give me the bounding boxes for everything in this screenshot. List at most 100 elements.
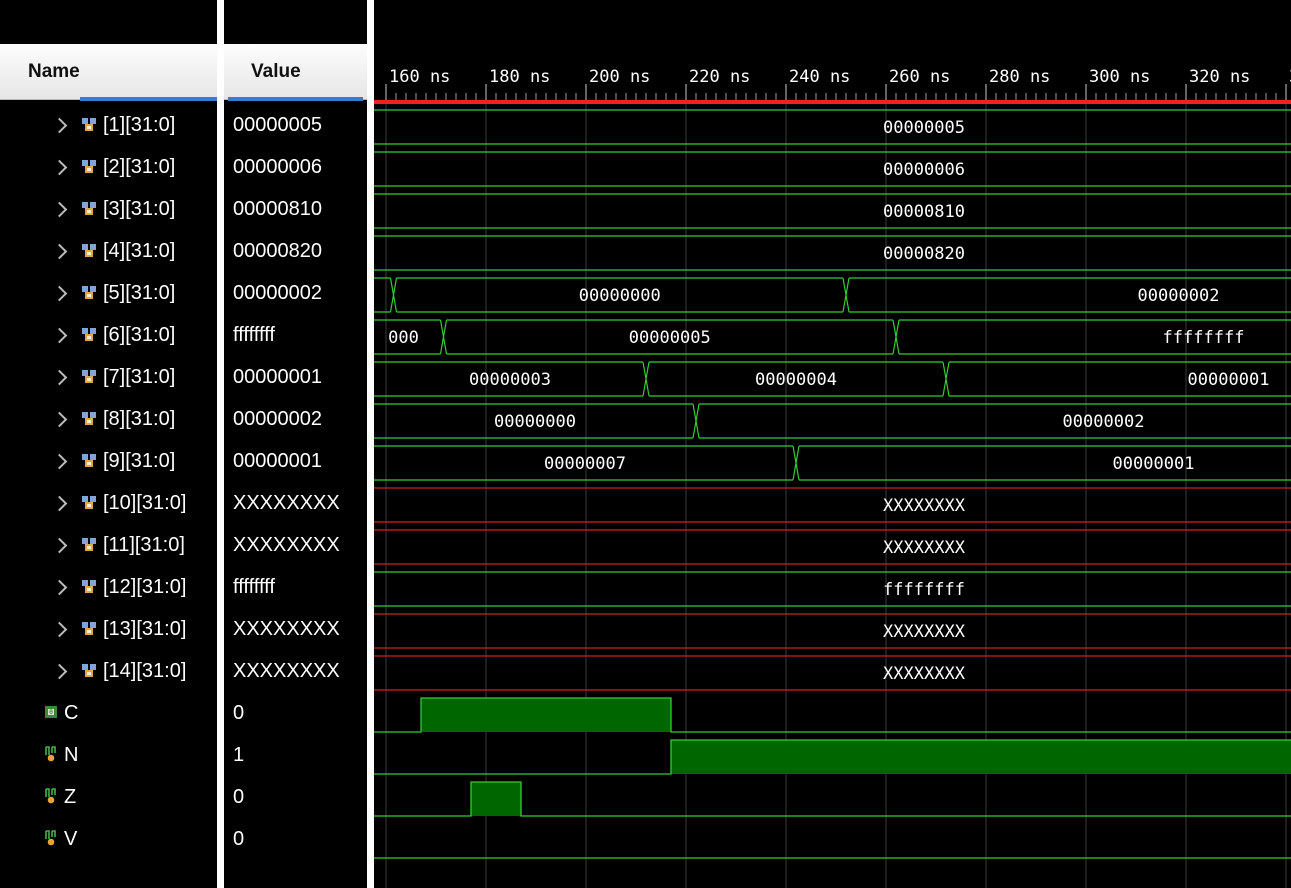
value-row-5-31-0[interactable]: 00000002 — [224, 272, 367, 314]
bus-value-label: 00000007 — [544, 454, 626, 474]
signal-value: 00000002 — [233, 408, 322, 430]
bit-high-fill — [671, 740, 1291, 774]
signal-row-10-31-0[interactable]: [10][31:0] — [0, 482, 217, 524]
bus-signal-icon — [82, 160, 96, 173]
expand-chevron-icon[interactable] — [51, 201, 68, 218]
bus-signal-icon — [82, 328, 96, 341]
timeline-tick-label: 300 ns — [1089, 67, 1150, 87]
timeline-tick-label: 280 ns — [989, 67, 1050, 87]
bus-signal-icon — [82, 244, 96, 257]
signal-row-v[interactable]: V — [0, 818, 217, 860]
expand-chevron-icon[interactable] — [51, 579, 68, 596]
value-row-1-31-0[interactable]: 00000005 — [224, 104, 367, 146]
bus-value-label: ffffffff — [883, 580, 965, 600]
name-column: Name [1][31:0] [2][31:0] [3][31:0] [4][3… — [0, 0, 217, 888]
bus-value-label: 00000820 — [883, 244, 965, 264]
expand-chevron-icon[interactable] — [51, 495, 68, 512]
expand-chevron-icon[interactable] — [51, 663, 68, 680]
signal-value: 00000810 — [233, 198, 322, 220]
bus-value-label: 00000006 — [883, 160, 965, 180]
signal-name: [4][31:0] — [103, 240, 176, 262]
value-row-13-31-0[interactable]: XXXXXXXX — [224, 608, 367, 650]
value-row-4-31-0[interactable]: 00000820 — [224, 230, 367, 272]
bus-signal-icon — [82, 664, 96, 677]
bus-value-label: 00000002 — [1138, 286, 1220, 306]
value-row-11-31-0[interactable]: XXXXXXXX — [224, 524, 367, 566]
waveform-area[interactable]: 160 ns 180 ns 200 ns 220 ns 240 ns 260 ns 280 … — [374, 0, 1291, 888]
bit-high-fill — [421, 698, 671, 732]
bus-value-label: 00000004 — [755, 370, 837, 390]
value-column-header[interactable]: Value — [224, 44, 367, 100]
signal-row-5-31-0[interactable]: [5][31:0] — [0, 272, 217, 314]
bus-value-label: 00000002 — [1063, 412, 1145, 432]
expand-chevron-icon[interactable] — [51, 621, 68, 638]
signal-value: 1 — [233, 744, 245, 766]
signal-row-4-31-0[interactable]: [4][31:0] — [0, 230, 217, 272]
name-header-underline — [80, 97, 217, 101]
value-row-v[interactable]: 0 — [224, 818, 367, 860]
signal-row-1-31-0[interactable]: [1][31:0] — [0, 104, 217, 146]
expand-chevron-icon[interactable] — [51, 243, 68, 260]
value-row-7-31-0[interactable]: 00000001 — [224, 356, 367, 398]
signal-value: 00000001 — [233, 450, 322, 472]
signal-row-13-31-0[interactable]: [13][31:0] — [0, 608, 217, 650]
signal-row-n[interactable]: N — [0, 734, 217, 776]
bus-value-label: XXXXXXXX — [883, 664, 966, 684]
bus-signal-icon — [82, 454, 96, 467]
bus-value-label: 00000005 — [883, 118, 965, 138]
expand-chevron-icon[interactable] — [51, 327, 68, 344]
column-splitter-1[interactable] — [217, 0, 224, 888]
signal-value: 0 — [233, 702, 245, 724]
signal-row-3-31-0[interactable]: [3][31:0] — [0, 188, 217, 230]
timeline-tick-label: 180 ns — [489, 67, 550, 87]
value-row-3-31-0[interactable]: 00000810 — [224, 188, 367, 230]
value-row-n[interactable]: 1 — [224, 734, 367, 776]
signal-row-2-31-0[interactable]: [2][31:0] — [0, 146, 217, 188]
value-row-14-31-0[interactable]: XXXXXXXX — [224, 650, 367, 692]
bus-signal-icon — [82, 286, 96, 299]
signal-name: [9][31:0] — [103, 450, 176, 472]
name-column-header[interactable]: Name — [0, 44, 217, 100]
value-row-10-31-0[interactable]: XXXXXXXX — [224, 482, 367, 524]
bus-signal-icon — [82, 538, 96, 551]
value-row-6-31-0[interactable]: ffffffff — [224, 314, 367, 356]
expand-chevron-icon[interactable] — [51, 285, 68, 302]
signal-row-14-31-0[interactable]: [14][31:0] — [0, 650, 217, 692]
value-row-z[interactable]: 0 — [224, 776, 367, 818]
timeline-tick-label: 260 ns — [889, 67, 950, 87]
timeline-tick-label: 200 ns — [589, 67, 650, 87]
expand-chevron-icon[interactable] — [51, 411, 68, 428]
column-splitter-2[interactable] — [367, 0, 374, 888]
signal-row-6-31-0[interactable]: [6][31:0] — [0, 314, 217, 356]
signal-row-9-31-0[interactable]: [9][31:0] — [0, 440, 217, 482]
value-column: Value 00000005 00000006 00000810 00000820 00… — [224, 0, 367, 888]
timeline-tick-label: 220 ns — [689, 67, 750, 87]
signal-value: XXXXXXXX — [233, 660, 340, 682]
signal-row-z[interactable]: Z — [0, 776, 217, 818]
signal-row-7-31-0[interactable]: [7][31:0] — [0, 356, 217, 398]
bus-value-label: XXXXXXXX — [883, 538, 966, 558]
expand-chevron-icon[interactable] — [51, 369, 68, 386]
timeline-tick-label: 320 ns — [1189, 67, 1250, 87]
expand-chevron-icon[interactable] — [51, 159, 68, 176]
signal-row-8-31-0[interactable]: [8][31:0] — [0, 398, 217, 440]
value-row-c[interactable]: 0 — [224, 692, 367, 734]
expand-chevron-icon[interactable] — [51, 117, 68, 134]
value-row-9-31-0[interactable]: 00000001 — [224, 440, 367, 482]
bus-signal-icon — [82, 580, 96, 593]
value-row-2-31-0[interactable]: 00000006 — [224, 146, 367, 188]
value-row-8-31-0[interactable]: 00000002 — [224, 398, 367, 440]
bus-value-label: 00000000 — [579, 286, 661, 306]
signal-value: 0 — [233, 828, 245, 850]
waveform-canvas[interactable]: 160 ns 180 ns 200 ns 220 ns 240 ns 260 ns 280 … — [374, 0, 1291, 888]
value-row-12-31-0[interactable]: ffffffff — [224, 566, 367, 608]
signal-row-12-31-0[interactable]: [12][31:0] — [0, 566, 217, 608]
bus-signal-icon — [82, 622, 96, 635]
expand-chevron-icon[interactable] — [51, 453, 68, 470]
value-header-label: Value — [251, 61, 301, 82]
expand-chevron-icon[interactable] — [51, 537, 68, 554]
signal-row-c[interactable]: 0 C — [0, 692, 217, 734]
signal-name: [2][31:0] — [103, 156, 176, 178]
signal-name: [14][31:0] — [103, 660, 187, 682]
signal-row-11-31-0[interactable]: [11][31:0] — [0, 524, 217, 566]
